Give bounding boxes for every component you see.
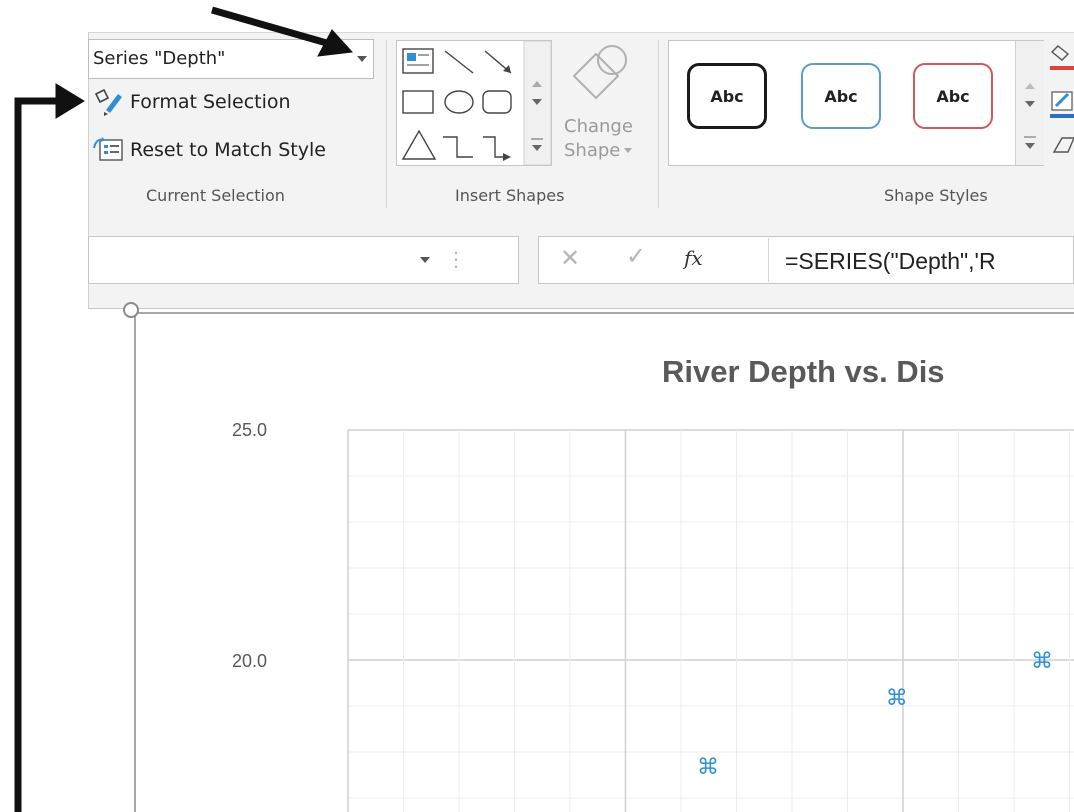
annotation-arrows bbox=[14, 6, 354, 812]
arrow-head bbox=[55, 83, 85, 119]
arrow-line bbox=[14, 97, 60, 812]
arrow-line bbox=[211, 6, 331, 48]
